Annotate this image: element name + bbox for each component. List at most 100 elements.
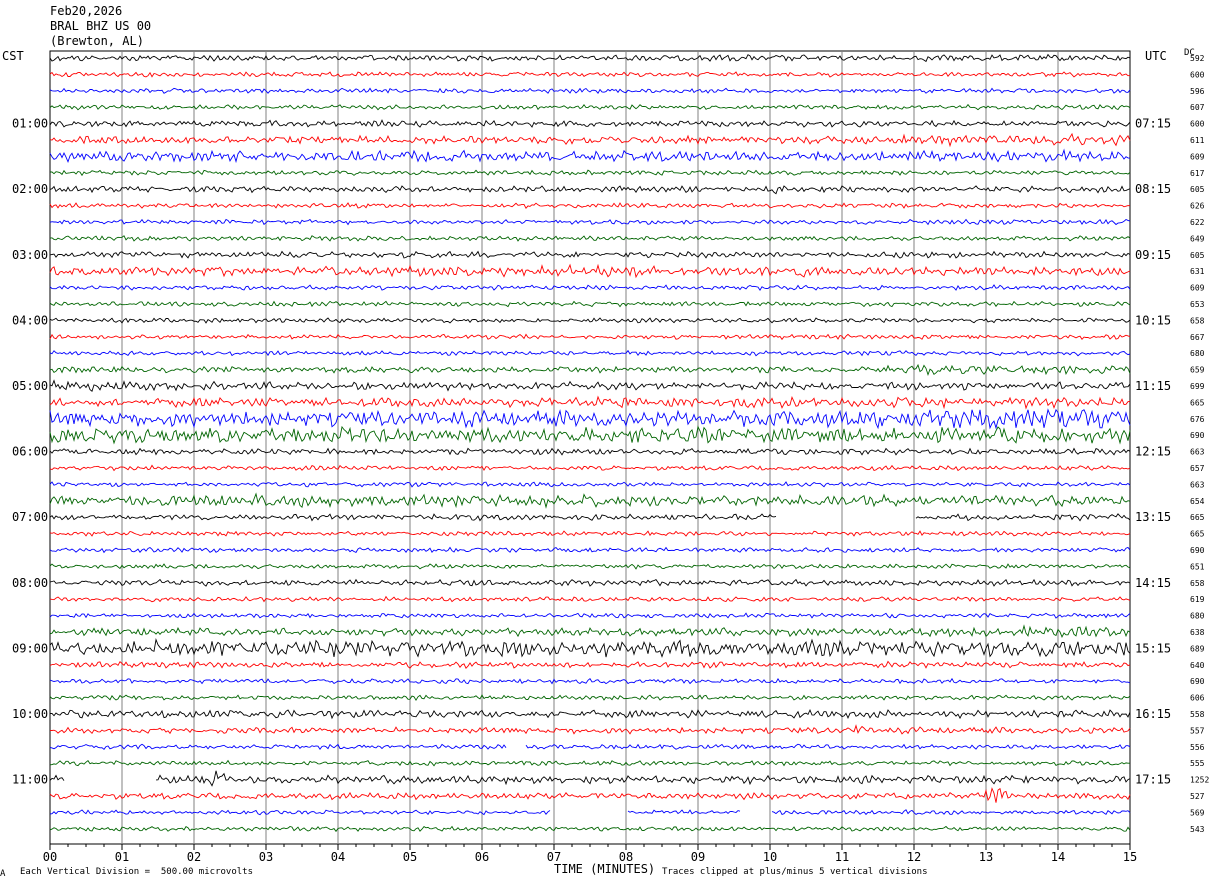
trace-line-10 (49, 218, 1131, 226)
dc-offset-label: 1252 (1190, 776, 1209, 785)
trace-line-45 (49, 787, 1131, 803)
dc-offset-label: 556 (1190, 743, 1205, 752)
dc-offset-label: 622 (1190, 218, 1205, 227)
trace-line-0 (49, 53, 1131, 63)
dc-offset-label: 631 (1190, 267, 1205, 276)
x-tick-label: 04 (331, 850, 345, 864)
trace-line-32 (49, 578, 1131, 587)
dc-offset-label: 596 (1190, 87, 1205, 96)
trace-line-33 (49, 595, 1131, 603)
trace-line-19 (49, 363, 1131, 376)
trace-line-28 (49, 513, 1131, 522)
right-hour-label: 07:15 (1135, 117, 1171, 131)
dc-offset-label: 605 (1190, 185, 1205, 194)
dc-offset-label: 611 (1190, 136, 1205, 145)
trace-line-9 (49, 202, 1131, 209)
trace-line-5 (49, 132, 1131, 148)
x-tick-label: 06 (475, 850, 489, 864)
clip-note: Traces clipped at plus/minus 5 vertical … (662, 867, 928, 877)
scale-note: Each Vertical Division = 500.00 microvol… (20, 867, 253, 877)
dc-offset-label: 665 (1190, 530, 1205, 539)
dc-offset-label: 617 (1190, 169, 1205, 178)
x-tick-label: 00 (43, 850, 57, 864)
dc-offset-label: 555 (1190, 759, 1205, 768)
dc-offset-label: 657 (1190, 464, 1205, 473)
trace-line-7 (50, 169, 1131, 177)
dc-offset-label: 665 (1190, 513, 1205, 522)
trace-line-21 (49, 395, 1131, 410)
trace-line-36 (49, 638, 1131, 658)
dc-offset-label: 649 (1190, 234, 1205, 243)
left-hour-label: 11:00 (12, 773, 48, 787)
trace-line-27 (49, 492, 1131, 509)
trace-line-39 (49, 694, 1131, 701)
right-hour-label: 17:15 (1135, 773, 1171, 787)
dc-offset-label: 609 (1190, 152, 1205, 161)
trace-line-34 (49, 612, 1131, 619)
dc-offset-label: 663 (1190, 480, 1205, 489)
trace-line-40 (49, 708, 1131, 720)
trace-line-2 (49, 87, 1131, 94)
left-hour-label: 10:00 (12, 707, 48, 721)
trace-line-12 (49, 250, 1131, 259)
trace-line-37 (49, 660, 1131, 669)
trace-line-1 (49, 71, 1131, 78)
right-hour-label: 16:15 (1135, 707, 1171, 721)
dc-offset-label: 600 (1190, 120, 1205, 129)
right-hour-label: 13:15 (1135, 510, 1171, 524)
trace-line-43 (49, 759, 1130, 767)
left-hour-label: 01:00 (12, 117, 48, 131)
left-hour-label: 02:00 (12, 182, 48, 196)
dc-offset-label: 592 (1190, 54, 1205, 63)
dc-offset-label: 626 (1190, 202, 1205, 211)
corner-mark: A (0, 869, 6, 879)
x-tick-label: 13 (979, 850, 993, 864)
dc-offset-label: 667 (1190, 333, 1205, 342)
trace-line-41 (49, 724, 1131, 735)
dc-offset-label: 605 (1190, 251, 1205, 260)
dc-offset-label: 638 (1190, 628, 1205, 637)
dc-offset-label: 676 (1190, 415, 1205, 424)
left-hour-label: 06:00 (12, 445, 48, 459)
trace-line-23 (49, 425, 1131, 445)
x-tick-label: 02 (187, 850, 201, 864)
trace-line-47 (49, 825, 1131, 833)
dc-offset-label: 663 (1190, 448, 1205, 457)
dc-offset-label: 640 (1190, 661, 1205, 670)
trace-line-13 (49, 263, 1131, 279)
trace-line-14 (49, 284, 1131, 291)
dc-offset-label: 654 (1190, 497, 1205, 506)
trace-line-35 (49, 624, 1131, 638)
trace-line-38 (49, 677, 1131, 685)
trace-line-26 (49, 481, 1131, 488)
left-hour-label: 05:00 (12, 379, 48, 393)
trace-line-16 (49, 317, 1131, 324)
dc-offset-label: 680 (1190, 612, 1205, 621)
dc-offset-label: 651 (1190, 562, 1205, 571)
dc-offset-label: 689 (1190, 644, 1205, 653)
left-hour-label: 08:00 (12, 576, 48, 590)
plot-frame (49, 50, 1131, 845)
dc-offset-label: 600 (1190, 70, 1205, 79)
dc-offset-label: 690 (1190, 431, 1205, 440)
x-tick-label: 12 (907, 850, 921, 864)
dc-offset-label: 543 (1190, 825, 1205, 834)
trace-line-20 (49, 379, 1131, 392)
trace-line-6 (49, 148, 1131, 164)
trace-line-18 (49, 349, 1131, 357)
x-tick-label: 05 (403, 850, 417, 864)
right-hour-label: 08:15 (1135, 182, 1171, 196)
dc-offset-label: 665 (1190, 398, 1205, 407)
x-tick-label: 09 (691, 850, 705, 864)
dc-offset-label: 690 (1190, 677, 1205, 686)
dc-offset-label: 680 (1190, 349, 1205, 358)
dc-offset-label: 658 (1190, 316, 1205, 325)
left-hour-label: 09:00 (12, 641, 48, 655)
trace-line-29 (49, 530, 1131, 537)
right-hour-label: 15:15 (1135, 641, 1171, 655)
x-axis-label: TIME (MINUTES) (554, 862, 656, 876)
right-hour-label: 14:15 (1135, 576, 1171, 590)
dc-offset-label: 619 (1190, 595, 1205, 604)
right-hour-label: 12:15 (1135, 445, 1171, 459)
trace-line-8 (49, 185, 1131, 195)
